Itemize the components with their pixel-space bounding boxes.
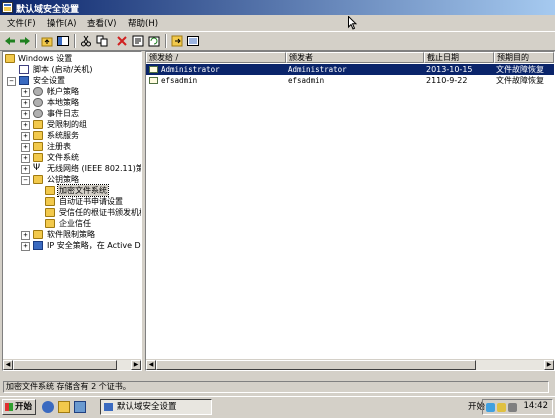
ip-security-icon (33, 241, 43, 250)
app-icon (2, 2, 13, 13)
cut-icon[interactable] (79, 34, 93, 48)
menu-view[interactable]: 查看(V) (87, 17, 116, 29)
expand-toggle[interactable]: + (21, 231, 30, 240)
title-bar: 默认域安全设置 (0, 0, 555, 15)
up-folder-icon[interactable] (40, 34, 54, 48)
desktop-quicklaunch-icon[interactable] (74, 401, 86, 413)
folder-icon (45, 208, 55, 217)
list-header: 颁发给 / 颁发者 截止日期 预期目的 (146, 52, 554, 63)
folder-icon (33, 230, 43, 239)
cell-intended-purpose: 文件故障恢复 (496, 76, 544, 85)
collapse-toggle[interactable]: − (21, 176, 30, 185)
menu-bar: 文件(F) 操作(A) 查看(V) 帮助(H) (0, 15, 555, 30)
taskbar-button-security-settings[interactable]: 默认域安全设置 (100, 399, 212, 415)
folder-icon (33, 153, 43, 162)
console-icon[interactable] (186, 34, 200, 48)
menu-file[interactable]: 文件(F) (7, 17, 36, 29)
menu-help[interactable]: 帮助(H) (128, 17, 158, 29)
table-row[interactable]: efsadmin efsadmin 2110-9-22 文件故障恢复 (146, 75, 554, 86)
mouse-cursor-icon (348, 16, 357, 30)
scroll-right-icon[interactable]: ▶ (131, 360, 141, 370)
local-policy-icon (33, 98, 43, 107)
network-icon[interactable] (486, 403, 495, 412)
expand-toggle[interactable]: + (21, 110, 30, 119)
folder-icon (45, 197, 55, 206)
taskbar-button-label: 默认域安全设置 (117, 402, 177, 412)
security-alert-icon[interactable] (497, 403, 506, 412)
cell-issued-to: efsadmin (161, 76, 198, 85)
column-issued-to[interactable]: 颁发给 / (146, 52, 286, 63)
toolbar-separator (35, 34, 37, 48)
start-label: 开始 (15, 402, 33, 412)
folder-icon (33, 142, 43, 151)
refresh-icon[interactable] (147, 34, 161, 48)
expand-toggle[interactable]: + (21, 99, 30, 108)
folder-icon (45, 219, 55, 228)
windows-flag-icon (5, 403, 13, 411)
toolbar (0, 31, 555, 51)
event-log-icon (33, 109, 43, 118)
tree-horizontal-scrollbar[interactable]: ◀ ▶ (3, 359, 141, 370)
folder-open-icon (33, 175, 43, 184)
cell-expiration-date: 2013-10-15 (426, 65, 473, 74)
folder-icon (5, 54, 15, 63)
collapse-toggle[interactable]: − (7, 77, 16, 86)
toolbar-separator (74, 34, 76, 48)
antenna-icon: Ψ (33, 163, 41, 173)
expand-toggle[interactable]: + (21, 154, 30, 163)
tree-pane[interactable]: Windows 设置 脚本 (启动/关机) − 安全设置 + 帐户策略 + 本地… (2, 51, 142, 371)
clock: 14:42 (523, 401, 549, 411)
script-icon (19, 65, 29, 74)
ie-quicklaunch-icon[interactable] (42, 401, 54, 413)
table-row[interactable]: Administrator Administrator 2013-10-15 文… (146, 64, 554, 75)
scrollbar-thumb[interactable] (13, 360, 117, 370)
expand-toggle[interactable]: + (21, 132, 30, 141)
volume-icon[interactable] (508, 403, 517, 412)
scroll-left-icon[interactable]: ◀ (3, 360, 13, 370)
column-issued-by[interactable]: 颁发者 (286, 52, 424, 63)
account-policy-icon (33, 87, 43, 96)
scrollbar-thumb[interactable] (156, 360, 476, 370)
folder-icon (33, 120, 43, 129)
column-expiration-date[interactable]: 截止日期 (424, 52, 494, 63)
expand-toggle[interactable]: + (21, 143, 30, 152)
certificate-list-pane[interactable]: 颁发给 / 颁发者 截止日期 预期目的 Administrator Admini… (145, 51, 555, 371)
copy-icon[interactable] (95, 34, 109, 48)
forward-icon[interactable] (18, 34, 32, 48)
toolbar-separator (165, 34, 167, 48)
expand-toggle[interactable]: + (21, 88, 30, 97)
status-text: 加密文件系统 存储含有 2 个证书。 (3, 381, 549, 393)
start-button[interactable]: 开始 (2, 399, 36, 415)
system-tray: 14:42 (482, 399, 553, 415)
window-title: 默认域安全设置 (16, 5, 80, 15)
expand-toggle[interactable]: + (21, 165, 30, 174)
column-intended-purposes[interactable]: 预期目的 (494, 52, 554, 63)
certificate-icon (149, 66, 158, 73)
cell-issued-by: efsadmin (288, 76, 325, 85)
scroll-left-icon[interactable]: ◀ (146, 360, 156, 370)
taskbar: 开始 默认域安全设置 开始 14:42 (0, 396, 555, 418)
scroll-right-icon[interactable]: ▶ (544, 360, 554, 370)
cell-intended-purpose: 文件故障恢复 (496, 65, 544, 74)
folder-icon (33, 131, 43, 140)
app-icon (104, 403, 113, 411)
cell-issued-to: Administrator (161, 65, 220, 74)
show-tree-icon[interactable] (56, 34, 70, 48)
folder-icon (45, 186, 55, 195)
cell-expiration-date: 2110-9-22 (426, 76, 468, 85)
expand-toggle[interactable]: + (21, 121, 30, 130)
menu-action[interactable]: 操作(A) (47, 17, 76, 29)
list-horizontal-scrollbar[interactable]: ◀ ▶ (146, 359, 554, 370)
status-bar: 加密文件系统 存储含有 2 个证书。 (0, 380, 555, 394)
export-icon[interactable] (170, 34, 184, 48)
explorer-quicklaunch-icon[interactable] (58, 401, 70, 413)
security-settings-icon (19, 76, 29, 85)
expand-toggle[interactable]: + (21, 242, 30, 251)
certificate-icon (149, 77, 158, 84)
delete-icon[interactable] (115, 34, 129, 48)
properties-icon[interactable] (131, 34, 145, 48)
back-icon[interactable] (3, 34, 17, 48)
cell-issued-by: Administrator (288, 65, 347, 74)
